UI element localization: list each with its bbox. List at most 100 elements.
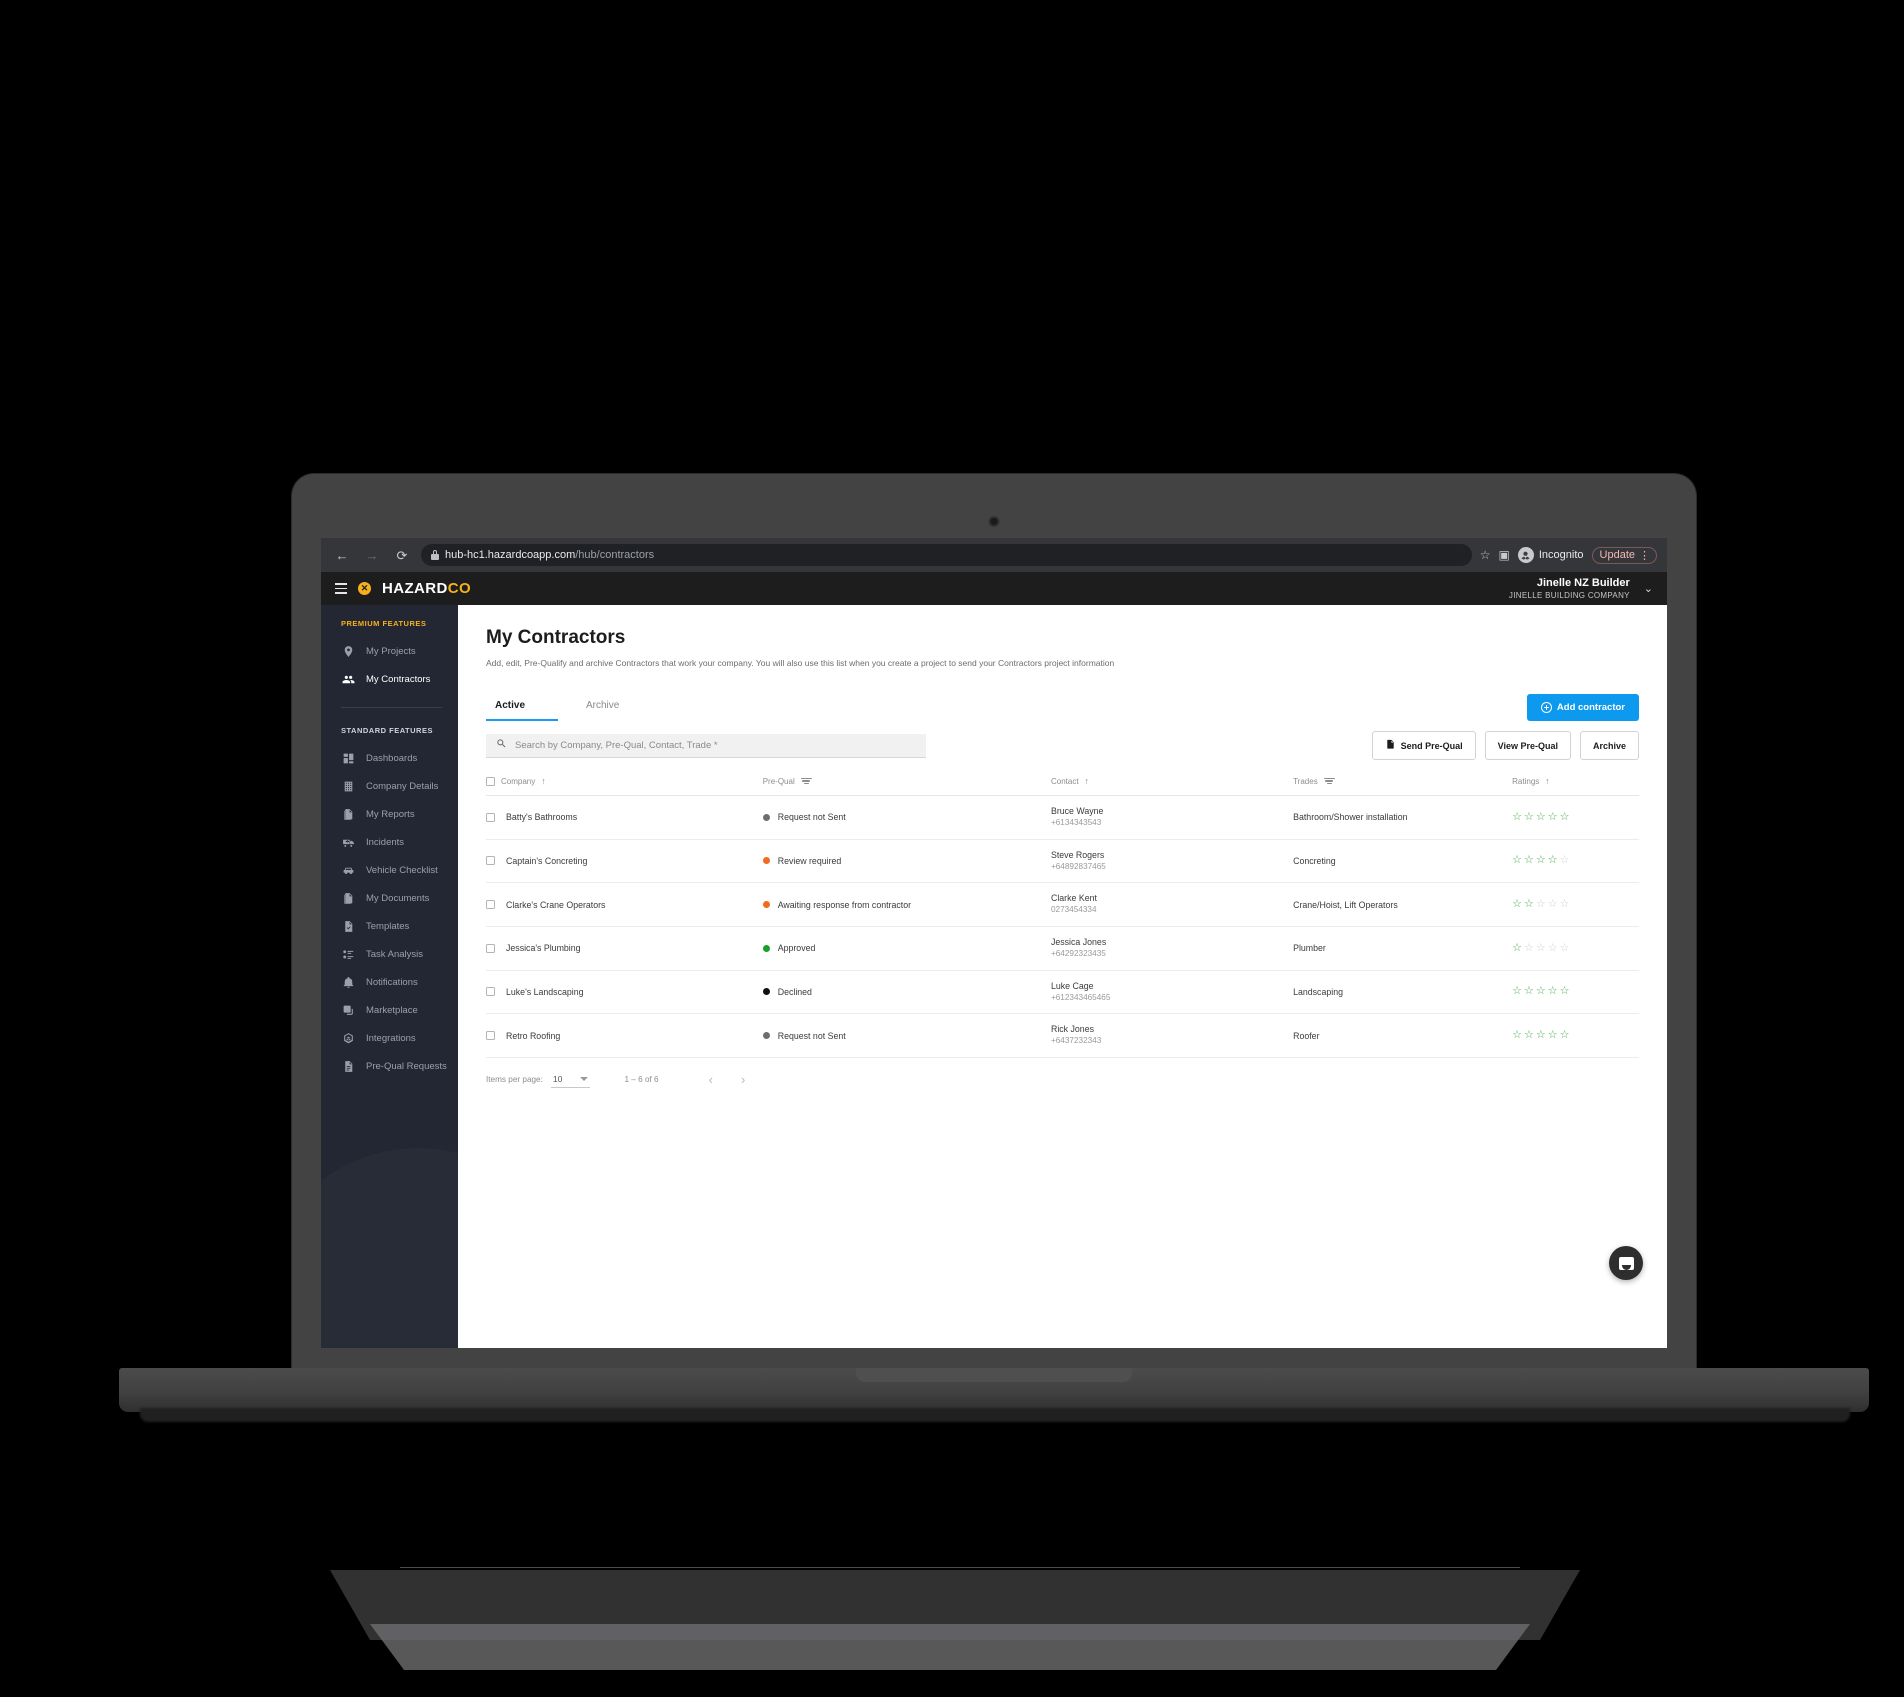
arrow-up-icon[interactable]: ↑ (1085, 776, 1090, 786)
star-icon[interactable]: ☆ (1560, 1030, 1570, 1041)
star-icon[interactable]: ☆ (1480, 548, 1491, 562)
star-icon[interactable]: ☆ (1512, 986, 1522, 997)
star-icon[interactable]: ☆ (1536, 855, 1546, 866)
cell-contact: Steve Rogers +64892837465 (1050, 839, 1294, 884)
items-per-page-select[interactable]: 10 (550, 1072, 591, 1088)
sidebar-item-label: Incidents (366, 836, 405, 848)
search-input[interactable] (515, 739, 916, 751)
chevron-left-icon[interactable]: ‹ (695, 1072, 727, 1087)
chevron-right-icon[interactable]: › (727, 1072, 759, 1087)
star-icon[interactable]: ☆ (1524, 1030, 1534, 1041)
sidebar-item-company-details[interactable]: Company Details (321, 772, 458, 800)
rating-stars[interactable]: ☆ ☆ ☆ ☆ ☆ (1512, 855, 1639, 866)
rating-stars[interactable]: ☆ ☆ ☆ ☆ ☆ (1512, 1030, 1639, 1041)
star-icon[interactable]: ☆ (1524, 899, 1534, 910)
sidebar-item-dashboards[interactable]: Dashboards (321, 744, 458, 772)
table-row[interactable]: Jessica's Plumbing Approved Jessica Jones +… (486, 926, 1639, 971)
sidebar-item-notifications[interactable]: Notifications (321, 968, 458, 996)
row-checkbox[interactable] (486, 856, 495, 866)
th-prequal-label: Pre-Qual (762, 776, 795, 786)
rating-stars[interactable]: ☆ ☆ ☆ ☆ ☆ (1512, 942, 1639, 954)
star-icon[interactable]: ☆ (1512, 811, 1522, 823)
table-row[interactable]: Clarke's Crane Operators Awaiting respons… (486, 882, 1639, 927)
status-badge: Awaiting response from contractor (777, 899, 912, 910)
user-menu[interactable]: Jinelle NZ Builder JINELLE BUILDING COMP… (1509, 577, 1653, 600)
sidebar-item-task-analysis[interactable]: Task Analysis (321, 940, 458, 968)
row-checkbox[interactable] (486, 1031, 495, 1041)
star-icon[interactable]: ☆ (1512, 942, 1522, 954)
star-icon[interactable]: ☆ (1548, 986, 1558, 997)
star-icon[interactable]: ☆ (1536, 942, 1546, 954)
rating-stars[interactable]: ☆ ☆ ☆ ☆ ☆ (1512, 811, 1639, 823)
rating-stars[interactable]: ☆ ☆ ☆ ☆ ☆ (1512, 986, 1639, 997)
chevron-down-icon[interactable]: ⌄ (1644, 582, 1653, 595)
sidebar-item-templates[interactable]: Templates (321, 912, 458, 940)
sidebar-item-my-contractors[interactable]: My Contractors (321, 665, 458, 693)
forward-arrow-icon[interactable]: → (361, 544, 383, 566)
chat-bubble-icon[interactable] (1609, 1246, 1643, 1280)
star-icon[interactable]: ☆ (1560, 942, 1570, 954)
kebab-menu-icon[interactable]: ⋮ (1639, 549, 1650, 562)
row-checkbox[interactable] (486, 812, 495, 822)
back-arrow-icon[interactable]: ← (331, 544, 353, 566)
add-contractor-button[interactable]: Add contractor (1526, 694, 1639, 721)
sidebar-item-integrations[interactable]: Integrations (321, 1024, 458, 1052)
sidebar-item-pre-qual-requests[interactable]: Pre-Qual Requests (321, 1052, 458, 1080)
star-icon[interactable]: ☆ (1548, 899, 1558, 910)
sidebar-item-incidents[interactable]: Incidents (321, 828, 458, 856)
star-icon[interactable]: ☆ (1524, 942, 1534, 954)
star-icon[interactable]: ☆ (1560, 855, 1570, 866)
star-icon[interactable]: ☆ (1560, 986, 1570, 997)
row-checkbox[interactable] (486, 900, 495, 910)
hamburger-icon[interactable] (335, 583, 347, 594)
contact-phone: +64892837465 (1050, 861, 1106, 871)
table-row[interactable]: Captain's Concreting Review required Steve… (486, 839, 1639, 884)
star-icon[interactable]: ☆ (1548, 942, 1558, 954)
star-icon[interactable]: ☆ (1548, 1030, 1558, 1041)
star-icon[interactable]: ☆ (1536, 1030, 1546, 1041)
archive-button[interactable]: Archive (1579, 731, 1639, 760)
table-row[interactable]: Luke's Landscaping Declined Luke Cage +6123… (486, 970, 1639, 1015)
star-icon[interactable]: ☆ (1524, 986, 1534, 997)
star-icon[interactable]: ☆ (1524, 855, 1534, 866)
table-row[interactable]: Batty's Bathrooms Request not Sent Bruce W… (486, 795, 1639, 840)
sidebar-item-my-projects[interactable]: My Projects (321, 637, 458, 665)
update-label: Update (1599, 549, 1635, 561)
filter-icon[interactable] (800, 777, 812, 785)
update-button[interactable]: Update ⋮ (1591, 546, 1657, 564)
select-all-checkbox[interactable] (486, 776, 495, 786)
sidebar-item-vehicle-checklist[interactable]: Vehicle Checklist (321, 856, 458, 884)
laptop-bezel (292, 474, 1696, 539)
star-icon[interactable]: ☆ (1512, 1030, 1522, 1041)
incognito-indicator[interactable]: Incognito (1517, 547, 1584, 563)
star-icon[interactable]: ☆ (1560, 811, 1570, 823)
star-icon[interactable]: ☆ (1512, 855, 1522, 866)
star-icon[interactable]: ☆ (1560, 899, 1570, 910)
address-bar[interactable]: hub-hc1.hazardcoapp.com/hub/contractors (421, 544, 1472, 566)
sidebar-item-my-reports[interactable]: My Reports (321, 800, 458, 828)
arrow-up-icon[interactable]: ↑ (541, 776, 546, 786)
view-pre-qual-button[interactable]: View Pre-Qual (1484, 731, 1571, 760)
arrow-up-icon[interactable]: ↑ (1545, 776, 1550, 786)
star-icon[interactable]: ☆ (1548, 811, 1558, 823)
table-row[interactable]: Retro Roofing Request not Sent Rick Jones +… (486, 1013, 1639, 1058)
reload-icon[interactable]: ⟳ (391, 544, 413, 566)
star-icon[interactable]: ☆ (1536, 899, 1546, 910)
row-checkbox[interactable] (486, 943, 495, 953)
star-icon[interactable]: ☆ (1548, 855, 1558, 866)
sidebar-item-my-documents[interactable]: My Documents (321, 884, 458, 912)
row-checkbox[interactable] (486, 987, 495, 997)
filter-icon[interactable] (1323, 777, 1335, 785)
star-icon[interactable]: ☆ (1536, 811, 1546, 823)
rating-stars[interactable]: ☆ ☆ ☆ ☆ ☆ (1512, 899, 1639, 910)
tab-active[interactable]: Active (486, 692, 558, 721)
contact-name: Clarke Kent (1050, 893, 1097, 904)
side-panel-icon[interactable]: ▣ (1499, 548, 1510, 562)
send-pre-qual-button[interactable]: Send Pre-Qual (1371, 731, 1476, 760)
tab-archive[interactable]: Archive (558, 692, 647, 721)
star-icon[interactable]: ☆ (1536, 986, 1546, 997)
star-icon[interactable]: ☆ (1512, 899, 1522, 910)
search-box[interactable] (486, 733, 926, 758)
sidebar-item-marketplace[interactable]: Marketplace (321, 996, 458, 1024)
star-icon[interactable]: ☆ (1524, 811, 1534, 823)
